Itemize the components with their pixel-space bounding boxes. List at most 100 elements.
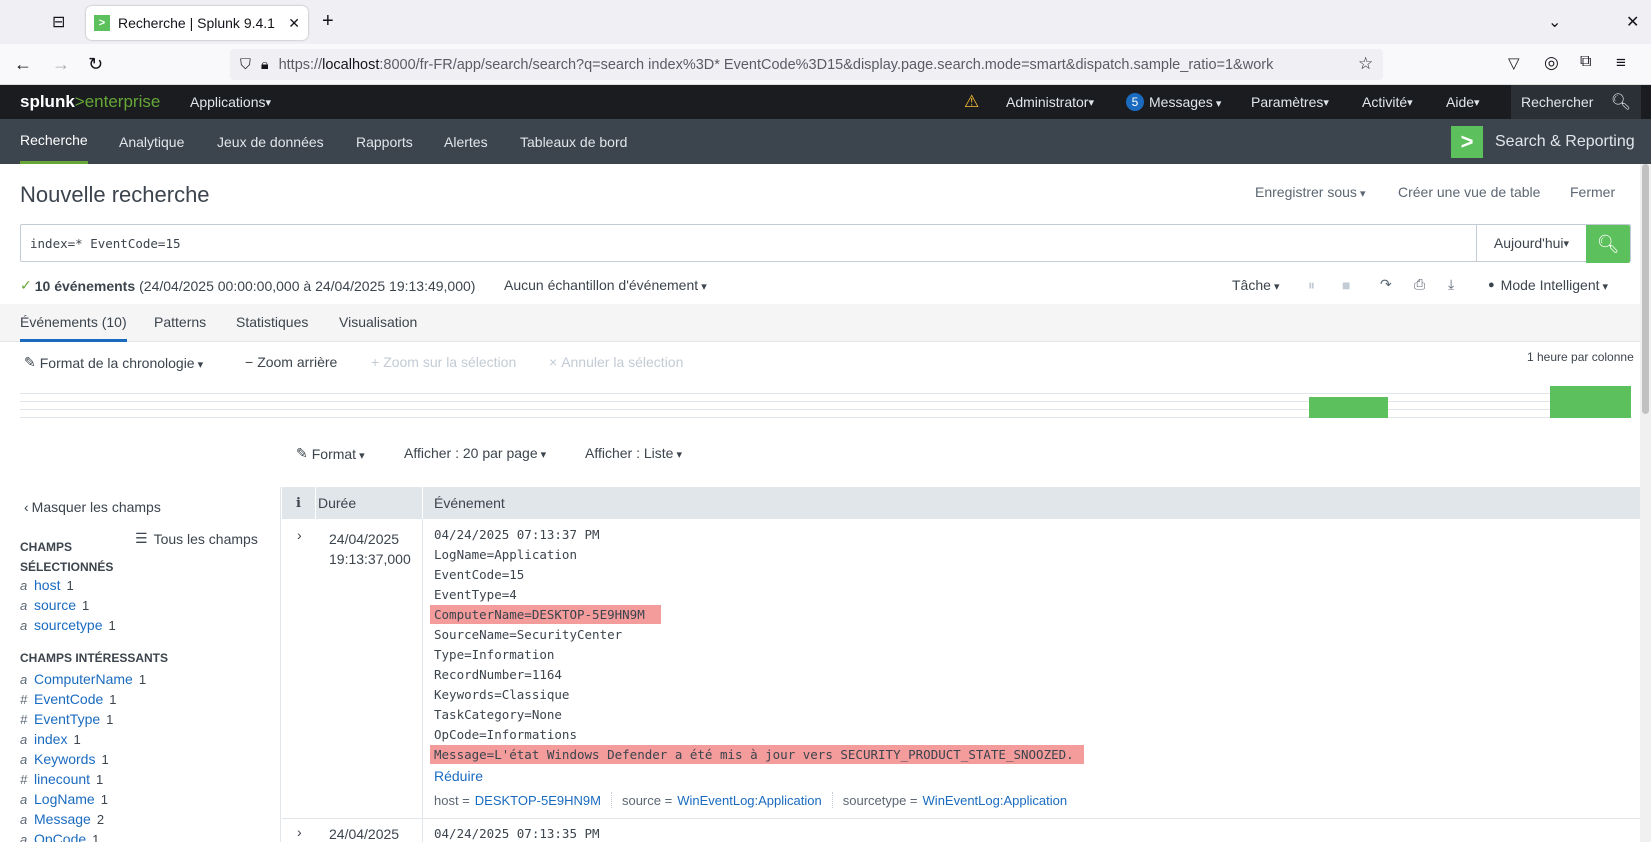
- event-column-header: Événement: [434, 495, 505, 511]
- interesting-fields-list: a ComputerName 1 # EventCode 1 # EventType 1 a…: [20, 669, 146, 842]
- export-icon[interactable]: ⤓: [1448, 276, 1454, 293]
- nav-item-dashboards[interactable]: Tableaux de bord: [520, 119, 627, 164]
- expand-chevron-icon[interactable]: ›: [297, 824, 302, 840]
- search-button[interactable]: 🔍︎: [1586, 225, 1630, 263]
- nav-item-datasets[interactable]: Jeux de données: [217, 119, 324, 164]
- browser-tab[interactable]: > Recherche | Splunk 9.4.1 ✕: [86, 6, 308, 40]
- global-search-input[interactable]: Rechercher 🔍︎: [1511, 85, 1641, 119]
- menu-icon[interactable]: ≡: [1616, 53, 1626, 73]
- tab-list-chevron-icon[interactable]: ⌄: [1548, 12, 1561, 32]
- event-raw-text: 04/24/2025 07:13:37 PM LogName=Applicati…: [430, 525, 1084, 765]
- all-fields-button[interactable]: ☰ Tous les champs: [135, 530, 258, 547]
- field-item[interactable]: a Keywords 1: [20, 749, 146, 769]
- time-column-header[interactable]: Durée: [318, 495, 356, 511]
- field-item[interactable]: a sourcetype 1: [20, 615, 116, 635]
- field-item[interactable]: a source 1: [20, 595, 116, 615]
- timeline-format-menu[interactable]: ✎ Format de la chronologie: [24, 354, 203, 371]
- event-line: EventCode=15: [434, 567, 525, 582]
- field-item[interactable]: a OpCode 1: [20, 829, 146, 842]
- nav-item-reports[interactable]: Rapports: [356, 119, 413, 164]
- cancel-selection-button[interactable]: × Annuler la sélection: [549, 354, 683, 370]
- source-field-value[interactable]: WinEventLog:Application: [677, 793, 822, 808]
- settings-menu[interactable]: Paramètres: [1251, 85, 1329, 119]
- field-item[interactable]: # EventCode 1: [20, 689, 146, 709]
- timeline-bar[interactable]: [1309, 397, 1388, 418]
- share-icon[interactable]: ↷: [1380, 276, 1392, 293]
- expand-chevron-icon[interactable]: ›: [297, 527, 302, 543]
- field-item[interactable]: a LogName 1: [20, 789, 146, 809]
- warning-icon[interactable]: ⚠: [964, 85, 979, 119]
- collapse-link[interactable]: Réduire: [434, 768, 483, 784]
- zoom-selection-button[interactable]: + Zoom sur la sélection: [371, 354, 516, 370]
- new-tab-icon[interactable]: +: [322, 10, 334, 33]
- stop-icon[interactable]: ■: [1342, 277, 1350, 293]
- url-bar[interactable]: ⛉ 🔒︎ https://localhost:8000/fr-FR/app/se…: [230, 49, 1383, 80]
- list-format-menu[interactable]: ✎ Format: [296, 445, 365, 462]
- nav-item-search[interactable]: Recherche: [20, 119, 88, 164]
- close-button[interactable]: Fermer: [1570, 184, 1615, 200]
- reload-icon[interactable]: ↻: [88, 54, 103, 75]
- highlighted-event-line[interactable]: ComputerName=DESKTOP-5E9HN9M: [430, 605, 661, 624]
- close-tab-icon[interactable]: ✕: [288, 15, 300, 32]
- field-item[interactable]: # linecount 1: [20, 769, 146, 789]
- help-menu[interactable]: Aide: [1446, 85, 1480, 119]
- field-item[interactable]: # EventType 1: [20, 709, 146, 729]
- tab-overview-icon[interactable]: ⊟: [52, 12, 65, 32]
- event-timestamp: 24/04/2025 19:13:37,000: [329, 531, 411, 567]
- search-input[interactable]: index=* EventCode=15: [30, 236, 181, 251]
- zoom-out-button[interactable]: − Zoom arrière: [245, 354, 337, 370]
- bookmark-star-icon[interactable]: ☆: [1358, 54, 1373, 74]
- field-item[interactable]: a Message 2: [20, 809, 146, 829]
- per-page-menu[interactable]: Afficher : 20 par page: [404, 445, 546, 461]
- time-range-picker[interactable]: Aujourd'hui: [1476, 225, 1586, 261]
- sampling-menu[interactable]: Aucun échantillon d'événement: [504, 277, 707, 293]
- print-icon[interactable]: ⎙: [1414, 276, 1425, 293]
- tab-visualization[interactable]: Visualisation: [339, 314, 417, 330]
- extensions-icon[interactable]: ⧉: [1580, 53, 1591, 71]
- applications-menu[interactable]: Applications: [190, 85, 271, 119]
- messages-menu[interactable]: 5 Messages: [1126, 85, 1221, 119]
- minus-icon: −: [245, 354, 254, 370]
- pencil-icon: ✎: [24, 354, 36, 370]
- timeline-chart[interactable]: [20, 386, 1631, 418]
- search-mode-menu[interactable]: ● Mode Intelligent: [1488, 277, 1608, 293]
- nav-item-alerts[interactable]: Alertes: [444, 119, 488, 164]
- save-as-menu[interactable]: Enregistrer sous: [1255, 184, 1366, 200]
- nav-item-analytics[interactable]: Analytique: [119, 119, 184, 164]
- pocket-icon[interactable]: ▽: [1508, 54, 1520, 72]
- event-line: LogName=Application: [434, 547, 577, 562]
- lightbulb-icon: ●: [1488, 279, 1495, 291]
- pause-icon[interactable]: ⏸: [1308, 277, 1315, 294]
- job-menu[interactable]: Tâche: [1232, 277, 1280, 293]
- tab-events[interactable]: Événements (10): [20, 314, 127, 342]
- user-menu[interactable]: Administrator: [1006, 85, 1094, 119]
- result-tabs: Événements (10) Patterns Statistiques Vi…: [0, 304, 1640, 342]
- scrollbar-thumb[interactable]: [1642, 164, 1649, 414]
- sourcetype-field-value[interactable]: WinEventLog:Application: [923, 793, 1068, 808]
- event-line: 04/24/2025 07:13:37 PM: [434, 527, 600, 542]
- event-line: 04/24/2025 07:13:35 PM: [434, 826, 600, 841]
- search-icon[interactable]: 🔍︎: [1611, 92, 1631, 112]
- host-field-value[interactable]: DESKTOP-5E9HN9M: [475, 793, 601, 808]
- hide-fields-link[interactable]: ‹ Masquer les champs: [24, 499, 161, 515]
- page-scrollbar[interactable]: [1640, 164, 1651, 842]
- tab-patterns[interactable]: Patterns: [154, 314, 206, 330]
- url-prefix: https://: [278, 56, 323, 73]
- lock-icon[interactable]: 🔒︎: [261, 57, 269, 73]
- search-icon: 🔍︎: [1596, 233, 1620, 254]
- forward-icon[interactable]: →: [52, 54, 70, 75]
- field-item[interactable]: a index 1: [20, 729, 146, 749]
- activity-menu[interactable]: Activité: [1362, 85, 1413, 119]
- shield-icon[interactable]: ⛉: [240, 57, 251, 73]
- close-window-icon[interactable]: ✕: [1626, 12, 1639, 32]
- field-item[interactable]: a host 1: [20, 575, 116, 595]
- field-item[interactable]: a ComputerName 1: [20, 669, 146, 689]
- account-icon[interactable]: ◎: [1544, 53, 1559, 73]
- tab-statistics[interactable]: Statistiques: [236, 314, 308, 330]
- highlighted-event-line[interactable]: Message=L'état Windows Defender a été mi…: [430, 745, 1084, 764]
- timeline-bar[interactable]: [1550, 386, 1631, 418]
- display-menu[interactable]: Afficher : Liste: [585, 445, 682, 461]
- create-table-button[interactable]: Créer une vue de table: [1398, 184, 1540, 200]
- splunk-logo[interactable]: splunk >enterprise: [20, 85, 160, 119]
- back-icon[interactable]: ←: [14, 54, 32, 75]
